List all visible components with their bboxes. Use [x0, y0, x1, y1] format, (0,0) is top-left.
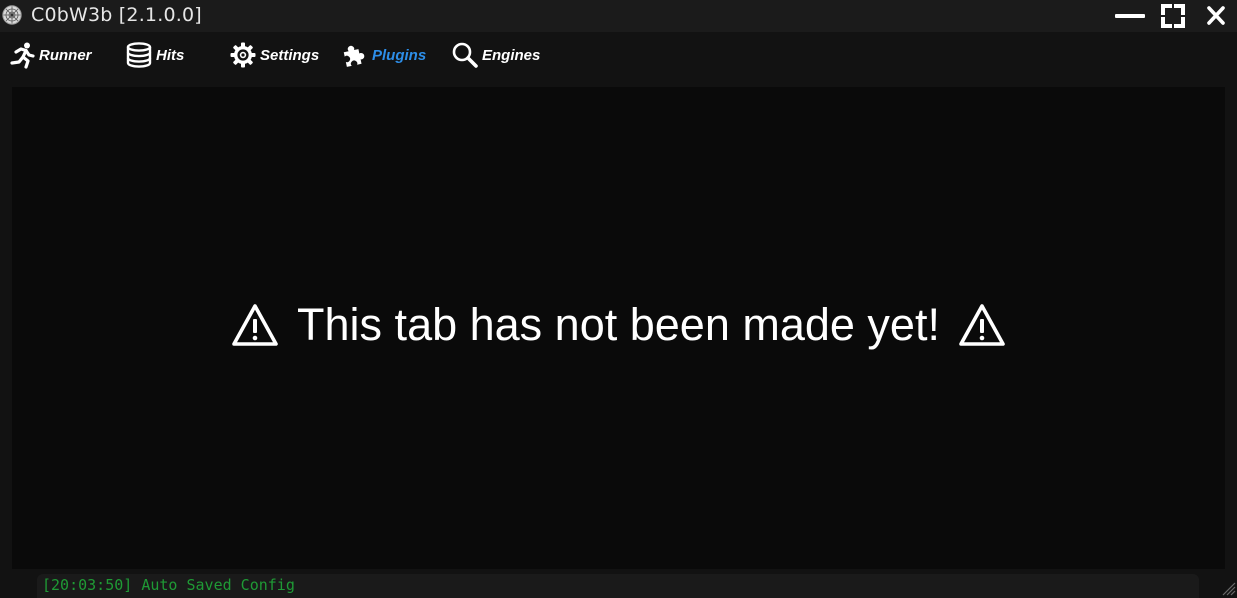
- tab-hits[interactable]: Hits: [125, 35, 184, 75]
- minimize-icon[interactable]: [1113, 3, 1147, 29]
- puzzle-piece-icon: [343, 45, 365, 67]
- log-entry: [20:03:50] Auto Saved Config: [42, 576, 295, 594]
- placeholder-message: This tab has not been made yet!: [12, 299, 1225, 351]
- window-title: C0bW3b [2.1.0.0]: [31, 4, 202, 26]
- tab-runner[interactable]: Runner: [8, 35, 92, 75]
- database-icon: [126, 42, 152, 68]
- warning-triangle-icon: [232, 304, 278, 346]
- tab-label: Plugins: [372, 46, 427, 64]
- tab-settings[interactable]: Settings: [229, 35, 319, 75]
- message-text: This tab has not been made yet!: [297, 299, 940, 350]
- gear-icon: [230, 42, 256, 68]
- app-window: C0bW3b [2.1.0.0] Runner Hits Settings Pl…: [0, 0, 1237, 598]
- tab-plugins[interactable]: Plugins: [341, 35, 426, 75]
- tab-label: Engines: [482, 46, 541, 64]
- resize-grip-icon[interactable]: [1220, 580, 1236, 596]
- tab-label: Settings: [260, 46, 320, 64]
- tab-label: Runner: [39, 46, 92, 64]
- tab-engines[interactable]: Engines: [451, 35, 540, 75]
- magnifier-icon: [452, 42, 478, 68]
- maximize-icon[interactable]: [1156, 3, 1190, 29]
- tab-bar: Runner Hits Settings Plugins Engines: [0, 35, 1237, 75]
- running-man-icon: [10, 42, 35, 69]
- log-panel: [20:03:50] Auto Saved Config: [37, 574, 1199, 598]
- spider-web-icon: [2, 5, 22, 25]
- content-panel: This tab has not been made yet!: [12, 87, 1225, 569]
- close-icon[interactable]: [1199, 3, 1233, 29]
- title-bar[interactable]: C0bW3b [2.1.0.0]: [0, 0, 1237, 32]
- tab-label: Hits: [156, 46, 185, 64]
- warning-triangle-icon: [959, 304, 1005, 346]
